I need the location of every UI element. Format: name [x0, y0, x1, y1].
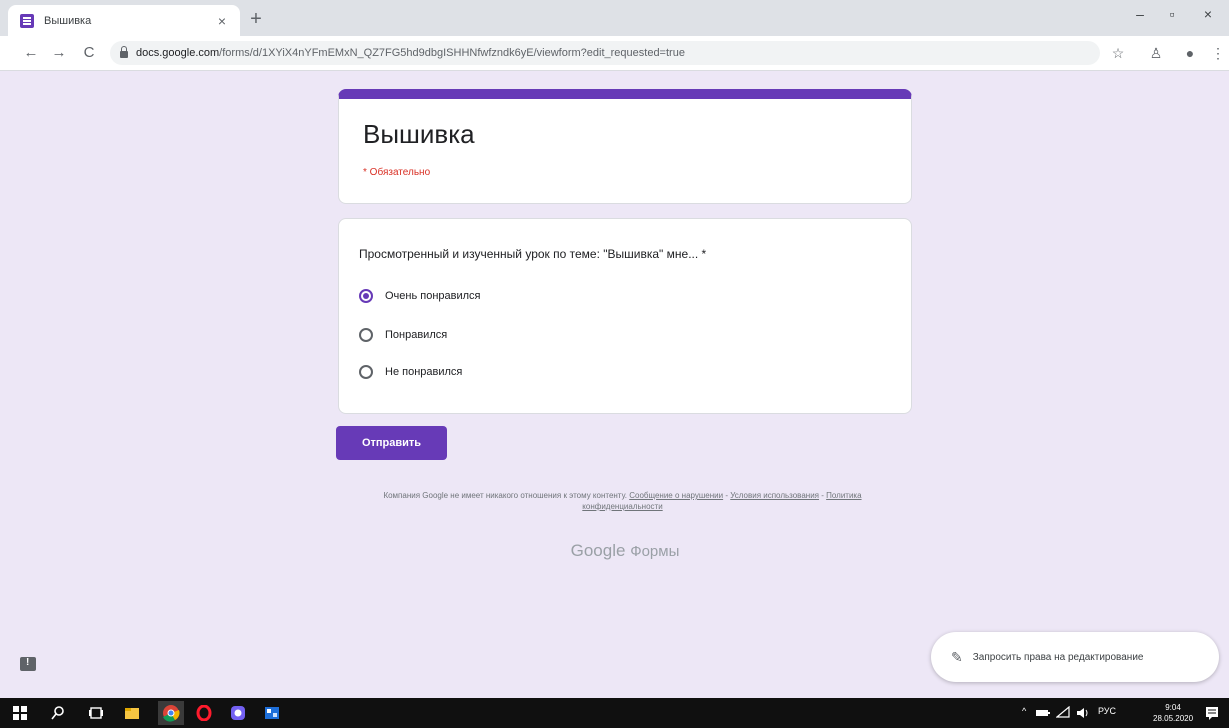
footer-text: Компания Google не имеет никакого отноше…: [383, 491, 627, 500]
opera-icon[interactable]: [196, 705, 212, 721]
battery-icon[interactable]: [1036, 707, 1050, 719]
url-text: docs.google.com/forms/d/1XYiX4nYFmEMxN_Q…: [136, 47, 685, 59]
option-not-liked[interactable]: Не понравился: [359, 365, 462, 379]
request-edit-label: Запросить права на редактирование: [972, 651, 1144, 663]
browser-tab-strip: Вышивка × + – ▫ ×: [0, 0, 1229, 36]
tab-close-icon[interactable]: ×: [214, 13, 230, 29]
question-text: Просмотренный и изученный урок по теме: …: [359, 247, 707, 261]
option-liked[interactable]: Понравился: [359, 328, 447, 342]
logo-word-google: Google: [570, 541, 626, 560]
clock-date: 28.05.2020: [1153, 714, 1194, 723]
photos-app-icon[interactable]: [264, 705, 280, 721]
task-view-icon[interactable]: [88, 705, 104, 721]
radio-button[interactable]: [359, 289, 373, 303]
feedback-icon[interactable]: [20, 657, 36, 671]
lock-icon: [120, 46, 128, 58]
report-abuse-link[interactable]: Сообщение о нарушении: [629, 491, 723, 500]
language-indicator[interactable]: РУС: [1098, 706, 1116, 716]
tray-overflow-icon[interactable]: ^: [1022, 706, 1026, 716]
forward-button[interactable]: →: [48, 42, 70, 64]
minimize-button[interactable]: –: [1128, 6, 1152, 22]
browser-menu-icon[interactable]: ⋮: [1208, 43, 1228, 63]
system-clock[interactable]: 9:04 28.05.2020: [1153, 702, 1193, 724]
notifications-icon[interactable]: [1204, 705, 1220, 721]
bookmark-star-icon[interactable]: ☆: [1108, 43, 1128, 63]
window-close-button[interactable]: ×: [1196, 6, 1220, 22]
radio-button[interactable]: [359, 328, 373, 342]
volume-icon[interactable]: [1076, 706, 1090, 720]
chrome-icon[interactable]: [158, 701, 184, 725]
profile-avatar-icon[interactable]: ●: [1180, 43, 1200, 63]
reload-button[interactable]: C: [78, 42, 100, 64]
new-tab-button[interactable]: +: [244, 7, 268, 31]
option-label: Не понравился: [385, 366, 463, 378]
google-forms-logo: Google Формы: [500, 541, 750, 561]
viber-icon[interactable]: [230, 705, 246, 721]
footer-disclaimer: Компания Google не имеет никакого отноше…: [350, 490, 895, 512]
google-forms-favicon-icon: [20, 13, 34, 28]
search-icon[interactable]: [50, 705, 66, 721]
tab-title: Вышивка: [44, 14, 92, 27]
clock-time: 9:04: [1165, 703, 1181, 712]
option-label: Понравился: [385, 329, 448, 341]
option-very-liked[interactable]: Очень понравился: [359, 289, 481, 303]
form-title: Вышивка: [363, 119, 475, 149]
address-bar[interactable]: docs.google.com/forms/d/1XYiX4nYFmEMxN_Q…: [110, 41, 1100, 65]
radio-button[interactable]: [359, 365, 373, 379]
extension-icon[interactable]: ♙: [1146, 43, 1166, 63]
windows-start-icon[interactable]: [12, 705, 28, 721]
back-button[interactable]: ←: [20, 42, 42, 64]
form-header-card: Вышивка * Обязательно: [338, 89, 912, 204]
submit-button[interactable]: Отправить: [336, 426, 447, 460]
request-edit-access-button[interactable]: ✎ Запросить права на редактирование: [931, 632, 1219, 682]
required-note: * Обязательно: [363, 167, 431, 178]
browser-toolbar: ← → C docs.google.com/forms/d/1XYiX4nYFm…: [0, 36, 1229, 71]
maximize-button[interactable]: ▫: [1160, 6, 1184, 22]
terms-link[interactable]: Условия использования: [730, 491, 819, 500]
browser-tab[interactable]: Вышивка ×: [8, 5, 240, 36]
option-label: Очень понравился: [385, 290, 481, 302]
file-explorer-icon[interactable]: [124, 705, 140, 721]
network-icon[interactable]: [1056, 706, 1070, 720]
windows-taskbar: ^ РУС 9:04 28.05.2020: [0, 698, 1229, 728]
question-card: Просмотренный и изученный урок по теме: …: [338, 218, 912, 414]
pencil-icon: ✎: [951, 648, 963, 665]
logo-word-forms: Формы: [630, 543, 680, 560]
